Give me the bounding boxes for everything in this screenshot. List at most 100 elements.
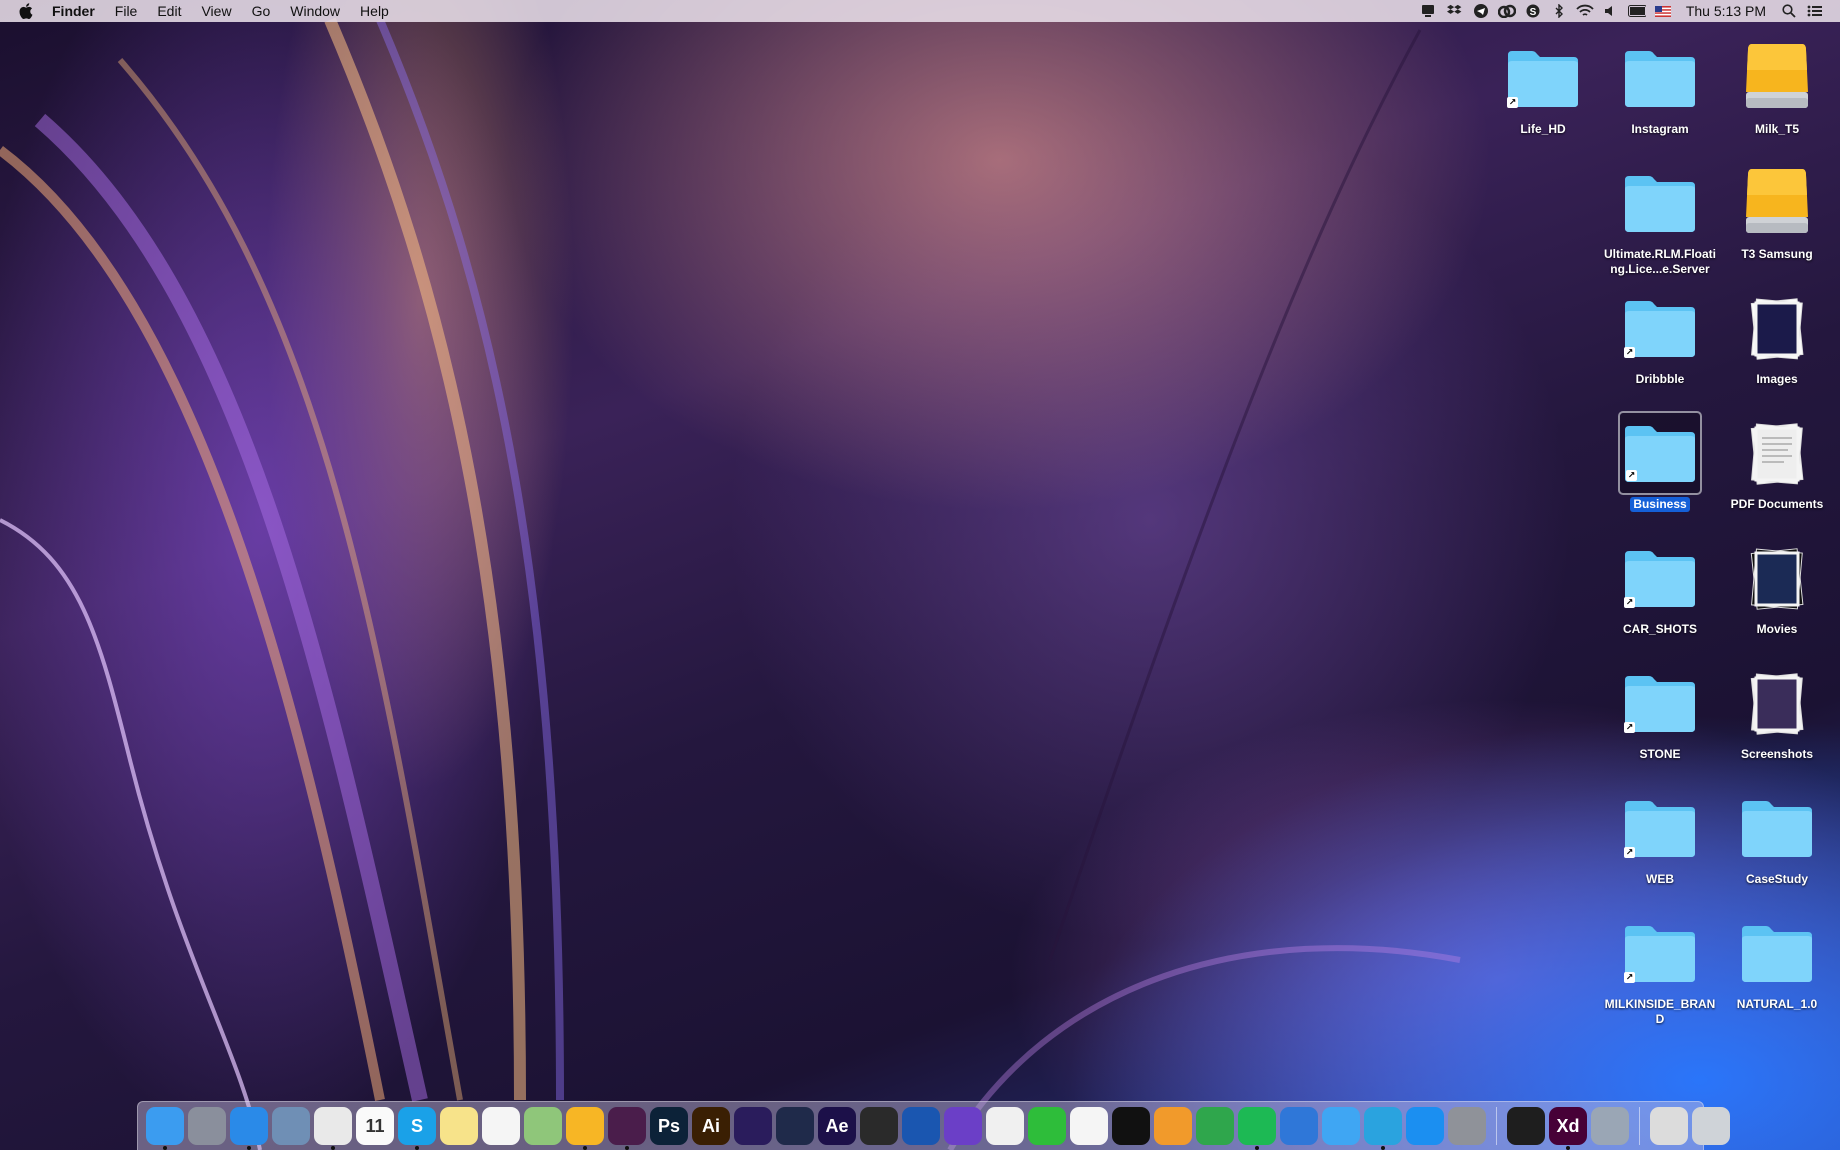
calendar-icon[interactable]: 11 (356, 1107, 394, 1145)
capture-icon[interactable] (1112, 1107, 1150, 1145)
messages-icon[interactable] (1322, 1107, 1360, 1145)
folder-icon[interactable]: ↗ (1618, 536, 1702, 620)
folder-icon[interactable]: ↗ (1618, 911, 1702, 995)
facetime-icon[interactable] (1028, 1107, 1066, 1145)
telegram-icon[interactable] (1364, 1107, 1402, 1150)
menu-view[interactable]: View (191, 0, 241, 22)
image-stack-icon[interactable] (1735, 286, 1819, 370)
launchpad-icon[interactable] (188, 1107, 226, 1145)
screenshot-stack-icon[interactable] (1735, 661, 1819, 745)
creative-cloud-icon[interactable] (1497, 3, 1516, 19)
media-encoder-icon[interactable] (734, 1107, 772, 1145)
keynote-icon[interactable] (1280, 1107, 1318, 1145)
desktop-item-dribbble[interactable]: ↗ Dribbble (1601, 286, 1719, 387)
chrome-icon[interactable] (314, 1107, 352, 1150)
desktop-item-screenshots[interactable]: Screenshots (1718, 661, 1836, 762)
downloads-stack-icon[interactable] (1650, 1107, 1688, 1145)
folder-icon[interactable]: ↗ (1618, 661, 1702, 745)
desktop-item-ultimate-rlm-floating-lice-e-server[interactable]: Ultimate.RLM.Floating.Lice...e.Server (1601, 161, 1719, 277)
notifications-icon[interactable] (1420, 3, 1438, 19)
imovie-icon[interactable] (944, 1107, 982, 1145)
desktop-item-natural-1-0[interactable]: NATURAL_1.0 (1718, 911, 1836, 1012)
desktop-item-label: Screenshots (1740, 747, 1814, 761)
after-effects-icon[interactable]: Ae (818, 1107, 856, 1145)
xd-icon[interactable]: Xd (1549, 1107, 1587, 1150)
desktop-item-web[interactable]: ↗ WEB (1601, 786, 1719, 887)
desktop-item-car-shots[interactable]: ↗ CAR_SHOTS (1601, 536, 1719, 637)
desktop-item-business[interactable]: ↗ Business (1601, 411, 1719, 512)
spotlight-search-icon[interactable] (1780, 3, 1798, 19)
alias-arrow-icon: ↗ (1624, 347, 1635, 358)
menu-go[interactable]: Go (242, 0, 281, 22)
trash-icon[interactable] (1692, 1107, 1730, 1145)
sketch-icon[interactable] (566, 1107, 604, 1150)
safari-icon[interactable] (230, 1107, 268, 1150)
apple-logo-icon[interactable] (16, 0, 36, 22)
folder-icon[interactable]: ↗ (1618, 411, 1702, 495)
battery-icon[interactable] (1627, 3, 1646, 19)
desktop-item-label: STONE (1639, 747, 1681, 761)
folder-icon[interactable] (1618, 161, 1702, 245)
menu-window[interactable]: Window (280, 0, 350, 22)
illustrator-icon[interactable]: Ai (692, 1107, 730, 1145)
us-flag-icon[interactable] (1654, 3, 1672, 19)
desktop-item-instagram[interactable]: Instagram (1601, 36, 1719, 137)
desktop-item-milkinside-brand[interactable]: ↗ MILKINSIDE_BRAND (1601, 911, 1719, 1027)
desktop-item-t3-samsung[interactable]: T3 Samsung (1718, 161, 1836, 262)
photoshop-icon[interactable]: Ps (650, 1107, 688, 1145)
finder-icon[interactable] (146, 1107, 184, 1150)
affinity-icon[interactable] (902, 1107, 940, 1145)
app-store-icon[interactable] (1406, 1107, 1444, 1145)
menu-help[interactable]: Help (350, 0, 399, 22)
maps-icon[interactable] (524, 1107, 562, 1145)
alias-arrow-icon: ↗ (1507, 97, 1518, 108)
itunes-icon[interactable] (1070, 1107, 1108, 1145)
volume-icon[interactable] (1602, 3, 1620, 19)
pages-icon[interactable] (1154, 1107, 1192, 1145)
folder-icon[interactable]: ↗ (1501, 36, 1585, 120)
menu-clock[interactable]: Thu 5:13 PM (1686, 3, 1766, 19)
notes-icon[interactable] (440, 1107, 478, 1145)
cinema4d-icon[interactable] (776, 1107, 814, 1145)
preview-icon[interactable] (272, 1107, 310, 1145)
desktop-item-life-hd[interactable]: ↗ Life_HD (1484, 36, 1602, 137)
image-capture-icon[interactable] (1591, 1107, 1629, 1145)
menu-finder[interactable]: Finder (48, 0, 105, 22)
desktop-item-label: Instagram (1631, 122, 1689, 136)
folder-icon[interactable] (1735, 786, 1819, 870)
movie-stack-icon[interactable] (1735, 536, 1819, 620)
dropbox-icon[interactable] (1446, 3, 1464, 19)
reminders-icon[interactable] (482, 1107, 520, 1145)
notification-center-icon[interactable] (1806, 3, 1824, 19)
desktop-item-casestudy[interactable]: CaseStudy (1718, 786, 1836, 887)
figma-icon[interactable] (1507, 1107, 1545, 1145)
menu-file[interactable]: File (105, 0, 148, 22)
desktop-item-label: Ultimate.RLM.Floating.Lice...e.Server (1604, 247, 1717, 276)
desktop[interactable]: Finder File Edit View Go Window Help S T… (0, 0, 1840, 1150)
desktop-item-label: T3 Samsung (1741, 247, 1813, 261)
telegram-icon[interactable] (1472, 3, 1490, 19)
folder-icon[interactable] (1618, 36, 1702, 120)
final-cut-icon[interactable] (860, 1107, 898, 1145)
desktop-item-stone[interactable]: ↗ STONE (1601, 661, 1719, 762)
folder-icon[interactable]: ↗ (1618, 786, 1702, 870)
skype-icon[interactable]: S (1524, 3, 1542, 19)
doc-stack-icon[interactable] (1735, 411, 1819, 495)
desktop-item-pdf-documents[interactable]: PDF Documents (1718, 411, 1836, 512)
folder-icon[interactable]: ↗ (1618, 286, 1702, 370)
wifi-icon[interactable] (1576, 3, 1594, 19)
numbers-icon[interactable] (1196, 1107, 1234, 1145)
desktop-item-images[interactable]: Images (1718, 286, 1836, 387)
bluetooth-icon[interactable] (1550, 3, 1568, 19)
external-drive-icon[interactable] (1735, 36, 1819, 120)
system-preferences-icon[interactable] (1448, 1107, 1486, 1145)
menu-edit[interactable]: Edit (147, 0, 191, 22)
photos-icon[interactable] (986, 1107, 1024, 1145)
external-drive-icon[interactable] (1735, 161, 1819, 245)
folder-icon[interactable] (1735, 911, 1819, 995)
desktop-item-movies[interactable]: Movies (1718, 536, 1836, 637)
slack-icon[interactable] (608, 1107, 646, 1150)
spotify-icon[interactable] (1238, 1107, 1276, 1150)
skype-icon[interactable]: S (398, 1107, 436, 1150)
desktop-item-milk-t5[interactable]: Milk_T5 (1718, 36, 1836, 137)
